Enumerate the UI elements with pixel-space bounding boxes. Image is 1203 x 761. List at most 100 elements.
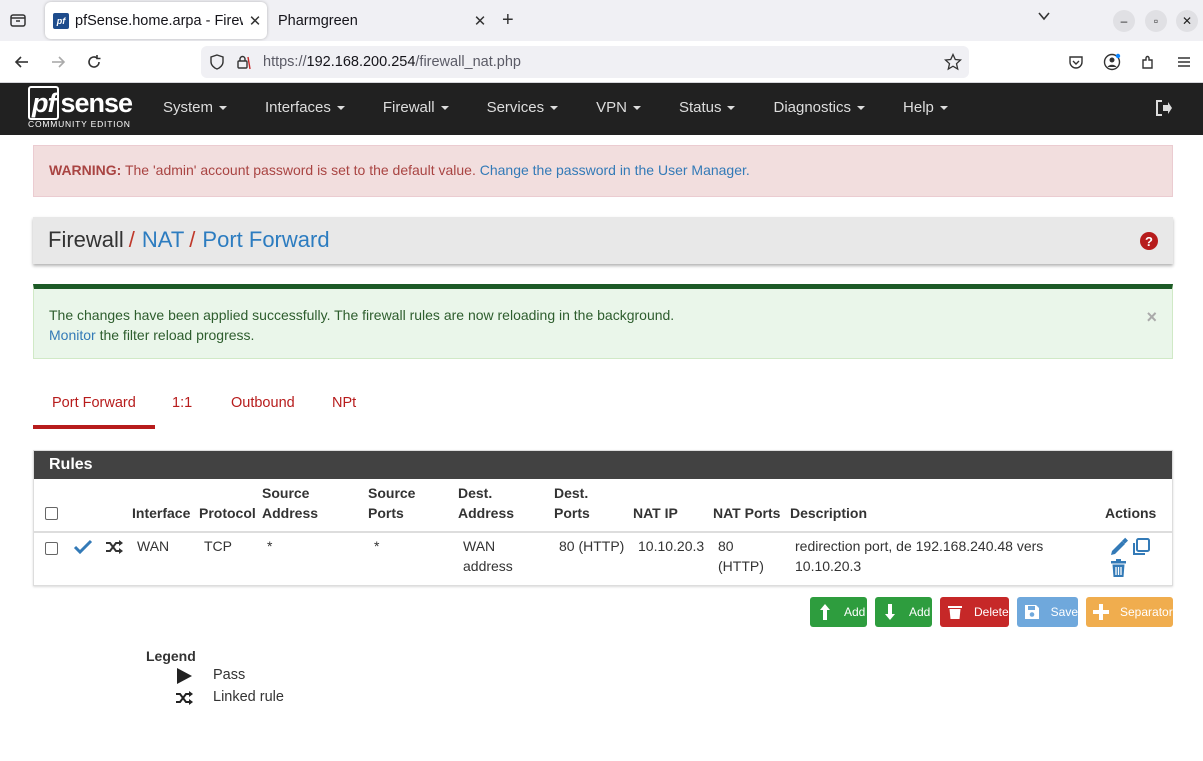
- nat-tabs: Port Forward 1:1 Outbound NPt: [33, 385, 1173, 429]
- edit-pencil-icon[interactable]: [1109, 537, 1129, 560]
- pfsense-logo[interactable]: pf sense COMMUNITY EDITION: [28, 86, 133, 129]
- logout-icon[interactable]: [1155, 99, 1173, 117]
- tab-close-icon[interactable]: ✕: [243, 12, 267, 30]
- linked-rule-shuffle-icon: [105, 539, 124, 558]
- extensions-icon[interactable]: [1138, 52, 1158, 72]
- pass-play-icon: [175, 667, 193, 685]
- copy-rule-icon[interactable]: [1131, 537, 1151, 560]
- header-dest-address[interactable]: Dest. Address: [458, 483, 514, 523]
- maximize-icon[interactable]: ▫: [1145, 10, 1167, 32]
- close-alert-icon[interactable]: ×: [1146, 307, 1157, 327]
- change-password-link[interactable]: Change the password in the User Manager.: [480, 162, 750, 178]
- header-nat-ip[interactable]: NAT IP: [633, 503, 678, 523]
- pass-check-icon[interactable]: [73, 538, 93, 559]
- add-top-button[interactable]: Add: [810, 597, 867, 627]
- caret-down-icon: [550, 106, 559, 111]
- header-line: Address: [458, 505, 515, 521]
- shield-icon[interactable]: [209, 54, 225, 73]
- lock-warning-icon[interactable]: [235, 54, 251, 73]
- minimize-icon[interactable]: –: [1113, 10, 1135, 32]
- browser-tab-pfsense[interactable]: pf pfSense.home.arpa - Firew ✕: [45, 2, 267, 39]
- cell-line: 80: [718, 538, 734, 554]
- tab-close-icon[interactable]: ✕: [468, 12, 492, 30]
- pocket-icon[interactable]: [1066, 52, 1086, 72]
- caret-down-icon: [336, 106, 345, 111]
- breadcrumb-port-forward[interactable]: Port Forward: [202, 227, 329, 252]
- tab-npt[interactable]: NPt: [332, 395, 356, 411]
- add-bottom-button[interactable]: Add: [875, 597, 932, 627]
- main-menu: System Interfaces Firewall Services VPN …: [163, 99, 986, 116]
- header-description[interactable]: Description: [790, 503, 867, 523]
- header-line: Source: [368, 485, 416, 501]
- account-icon[interactable]: [1102, 52, 1122, 72]
- pfsense-header: pf sense COMMUNITY EDITION System Interfa…: [0, 83, 1203, 135]
- menu-help[interactable]: Help: [903, 99, 948, 116]
- new-tab-icon[interactable]: +: [502, 9, 514, 32]
- select-all-checkbox[interactable]: [45, 507, 58, 520]
- url-text: https://192.168.200.254/firewall_nat.php: [263, 54, 521, 70]
- cell-line: address: [463, 558, 513, 574]
- browser-tab-bar: pf pfSense.home.arpa - Firew ✕ Pharmgree…: [0, 0, 1203, 41]
- tab-title: Pharmgreen: [278, 12, 358, 29]
- header-line: Dest.: [554, 485, 589, 501]
- header-dest-ports[interactable]: Dest. Ports: [554, 483, 590, 523]
- tab-one-to-one[interactable]: 1:1: [172, 395, 192, 411]
- browser-nav-bar: https://192.168.200.254/firewall_nat.php: [0, 41, 1203, 83]
- rules-panel: Rules Interface Protocol Source Address S…: [33, 450, 1173, 586]
- menu-diagnostics[interactable]: Diagnostics: [773, 99, 866, 116]
- menu-firewall[interactable]: Firewall: [383, 99, 449, 116]
- button-label: Delete: [974, 605, 1009, 619]
- header-protocol[interactable]: Protocol: [199, 503, 256, 523]
- header-nat-ports[interactable]: NAT Ports: [713, 503, 780, 523]
- caret-down-icon: [857, 106, 866, 111]
- url-host: 192.168.200.254: [306, 54, 416, 70]
- button-label: Separator: [1120, 605, 1173, 619]
- menu-label: Help: [903, 99, 934, 116]
- save-button[interactable]: Save: [1017, 597, 1078, 627]
- help-question-icon[interactable]: ?: [1140, 232, 1158, 250]
- url-bar[interactable]: https://192.168.200.254/firewall_nat.php: [201, 46, 969, 78]
- button-label: Add: [909, 605, 931, 619]
- add-separator-button[interactable]: Separator: [1086, 597, 1173, 627]
- menu-vpn[interactable]: VPN: [596, 99, 641, 116]
- delete-button[interactable]: Delete: [940, 597, 1009, 627]
- caret-down-icon: [219, 106, 228, 111]
- delete-trash-icon[interactable]: [1109, 559, 1128, 581]
- back-arrow-icon[interactable]: [12, 52, 32, 72]
- browser-tab-pharmgreen[interactable]: Pharmgreen ✕: [270, 2, 492, 39]
- tab-list-icon[interactable]: [8, 10, 28, 30]
- tab-outbound[interactable]: Outbound: [231, 395, 295, 411]
- header-source-address[interactable]: Source Address: [262, 483, 318, 523]
- monitor-link[interactable]: Monitor: [49, 327, 96, 343]
- cell-line: WAN: [463, 538, 496, 554]
- changes-applied-alert: The changes have been applied successful…: [33, 284, 1173, 359]
- reload-icon[interactable]: [84, 52, 104, 72]
- menu-interfaces[interactable]: Interfaces: [265, 99, 345, 116]
- header-source-ports[interactable]: Source Ports: [368, 483, 415, 523]
- url-scheme: https://: [263, 54, 307, 70]
- cell-line: redirection port, de 192.168.240.48 vers: [795, 538, 1044, 554]
- pfsense-favicon-icon: pf: [53, 12, 69, 29]
- tab-port-forward[interactable]: Port Forward: [33, 395, 155, 429]
- forward-arrow-icon[interactable]: [48, 52, 68, 72]
- warning-text: The 'admin' account password is set to t…: [121, 162, 480, 178]
- url-path: /firewall_nat.php: [415, 54, 521, 70]
- menu-system[interactable]: System: [163, 99, 228, 116]
- close-window-icon[interactable]: ✕: [1176, 10, 1198, 32]
- menu-status[interactable]: Status: [679, 99, 736, 116]
- breadcrumb-nat[interactable]: NAT: [142, 227, 184, 252]
- row-checkbox[interactable]: [45, 542, 58, 555]
- menu-label: Services: [486, 99, 545, 116]
- legend-title: Legend: [146, 648, 196, 664]
- menu-services[interactable]: Services: [487, 99, 559, 116]
- bookmark-star-icon[interactable]: [943, 52, 963, 74]
- cell-line: 10.10.20.3: [795, 558, 862, 574]
- success-message-rest: the filter reload progress.: [95, 327, 255, 343]
- chevron-down-icon[interactable]: [1037, 9, 1051, 26]
- menu-label: Status: [678, 99, 722, 116]
- warning-label: WARNING:: [49, 162, 122, 178]
- legend-linked-rule: Linked rule: [213, 689, 284, 705]
- breadcrumb-separator: /: [128, 227, 135, 252]
- header-interface[interactable]: Interface: [132, 503, 190, 523]
- menu-hamburger-icon[interactable]: [1174, 52, 1194, 72]
